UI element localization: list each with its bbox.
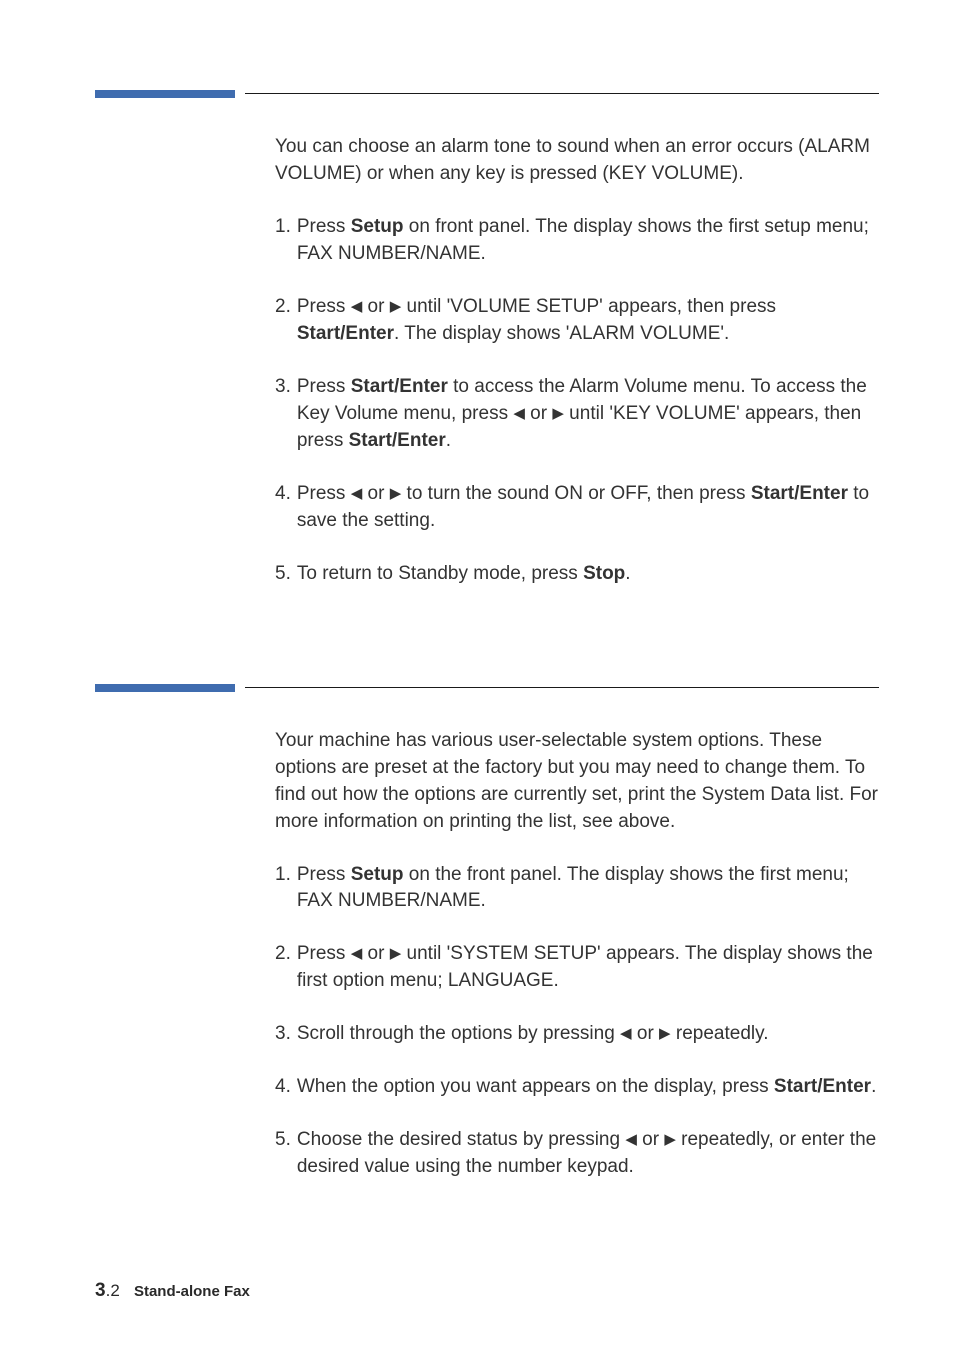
steps-list: 1. Press Setup on front panel. The displ… <box>275 214 879 588</box>
step-item: 5. To return to Standby mode, press Stop… <box>275 561 879 588</box>
text-run: or <box>362 943 389 964</box>
bold-text: Stop <box>583 563 625 584</box>
step-number: 1. <box>275 862 297 916</box>
text-run: or <box>525 403 552 424</box>
text-run: until 'VOLUME SETUP' appears, then press <box>401 296 776 317</box>
step-number: 2. <box>275 941 297 995</box>
step-item: 4. Press ◀ or ▶ to turn the sound ON or … <box>275 481 879 535</box>
text-run: to turn the sound ON or OFF, then press <box>401 483 751 504</box>
text-run: Press <box>297 216 351 237</box>
bold-text: Start/Enter <box>351 376 448 397</box>
bold-text: Start/Enter <box>349 430 446 451</box>
step-number: 4. <box>275 1074 297 1101</box>
arrow-icon: ▶ <box>552 405 564 422</box>
text-run: . <box>446 430 451 451</box>
bold-text: Start/Enter <box>774 1076 871 1097</box>
section-divider <box>95 90 879 98</box>
horizontal-rule <box>245 687 879 688</box>
bold-text: Setup <box>351 216 404 237</box>
step-item: 3. Scroll through the options by pressin… <box>275 1021 879 1048</box>
intro-paragraph: You can choose an alarm tone to sound wh… <box>275 134 879 188</box>
text-run: . <box>625 563 630 584</box>
arrow-icon: ◀ <box>351 945 363 962</box>
step-text: To return to Standby mode, press Stop. <box>297 561 879 588</box>
bold-text: Start/Enter <box>297 323 394 344</box>
arrow-icon: ◀ <box>351 298 363 315</box>
chapter-number: 3 <box>95 1280 106 1301</box>
text-run: Press <box>297 943 351 964</box>
text-run: or <box>632 1023 659 1044</box>
step-item: 4. When the option you want appears on t… <box>275 1074 879 1101</box>
step-number: 3. <box>275 374 297 455</box>
step-text: Press Setup on front panel. The display … <box>297 214 879 268</box>
step-text: When the option you want appears on the … <box>297 1074 879 1101</box>
arrow-icon: ▶ <box>390 298 402 315</box>
step-item: 2. Press ◀ or ▶ until 'SYSTEM SETUP' app… <box>275 941 879 995</box>
arrow-icon: ◀ <box>351 485 363 502</box>
bold-text: Start/Enter <box>751 483 848 504</box>
step-item: 1. Press Setup on front panel. The displ… <box>275 214 879 268</box>
arrow-icon: ▶ <box>390 485 402 502</box>
step-number: 4. <box>275 481 297 535</box>
step-item: 5. Choose the desired status by pressing… <box>275 1127 879 1181</box>
arrow-icon: ▶ <box>390 945 402 962</box>
arrow-icon: ◀ <box>513 405 525 422</box>
intro-paragraph: Your machine has various user-selectable… <box>275 728 879 836</box>
text-run: Press <box>297 864 351 885</box>
step-text: Press ◀ or ▶ to turn the sound ON or OFF… <box>297 481 879 535</box>
step-number: 3. <box>275 1021 297 1048</box>
text-run: or <box>362 483 389 504</box>
arrow-icon: ◀ <box>625 1131 637 1148</box>
page-number: 2 <box>110 1281 119 1300</box>
step-text: Press ◀ or ▶ until 'SYSTEM SETUP' appear… <box>297 941 879 995</box>
horizontal-rule <box>245 93 879 94</box>
text-run: . The display shows 'ALARM VOLUME'. <box>394 323 729 344</box>
step-item: 1. Press Setup on the front panel. The d… <box>275 862 879 916</box>
text-run: or <box>637 1129 664 1150</box>
step-text: Choose the desired status by pressing ◀ … <box>297 1127 879 1181</box>
text-run: Scroll through the options by pressing <box>297 1023 620 1044</box>
step-number: 1. <box>275 214 297 268</box>
text-run: Choose the desired status by pressing <box>297 1129 625 1150</box>
steps-list: 1. Press Setup on the front panel. The d… <box>275 862 879 1182</box>
step-text: Press Start/Enter to access the Alarm Vo… <box>297 374 879 455</box>
step-text: Press ◀ or ▶ until 'VOLUME SETUP' appear… <box>297 294 879 348</box>
step-number: 5. <box>275 1127 297 1181</box>
step-text: Press Setup on the front panel. The disp… <box>297 862 879 916</box>
bold-text: Setup <box>351 864 404 885</box>
arrow-icon: ▶ <box>664 1131 676 1148</box>
arrow-icon: ▶ <box>659 1025 671 1042</box>
text-run: Press <box>297 483 351 504</box>
text-run: Press <box>297 376 351 397</box>
text-run: When the option you want appears on the … <box>297 1076 774 1097</box>
text-run: or <box>362 296 389 317</box>
page-footer: 3.2 Stand-alone Fax <box>95 1280 250 1302</box>
text-run: repeatedly. <box>671 1023 769 1044</box>
footer-title: Stand-alone Fax <box>134 1283 250 1300</box>
text-run: . <box>871 1076 876 1097</box>
step-item: 3. Press Start/Enter to access the Alarm… <box>275 374 879 455</box>
step-text: Scroll through the options by pressing ◀… <box>297 1021 879 1048</box>
accent-bar <box>95 684 235 692</box>
accent-bar <box>95 90 235 98</box>
section-divider <box>95 684 879 692</box>
step-number: 5. <box>275 561 297 588</box>
text-run: To return to Standby mode, press <box>297 563 583 584</box>
text-run: Press <box>297 296 351 317</box>
step-item: 2. Press ◀ or ▶ until 'VOLUME SETUP' app… <box>275 294 879 348</box>
step-number: 2. <box>275 294 297 348</box>
arrow-icon: ◀ <box>620 1025 632 1042</box>
